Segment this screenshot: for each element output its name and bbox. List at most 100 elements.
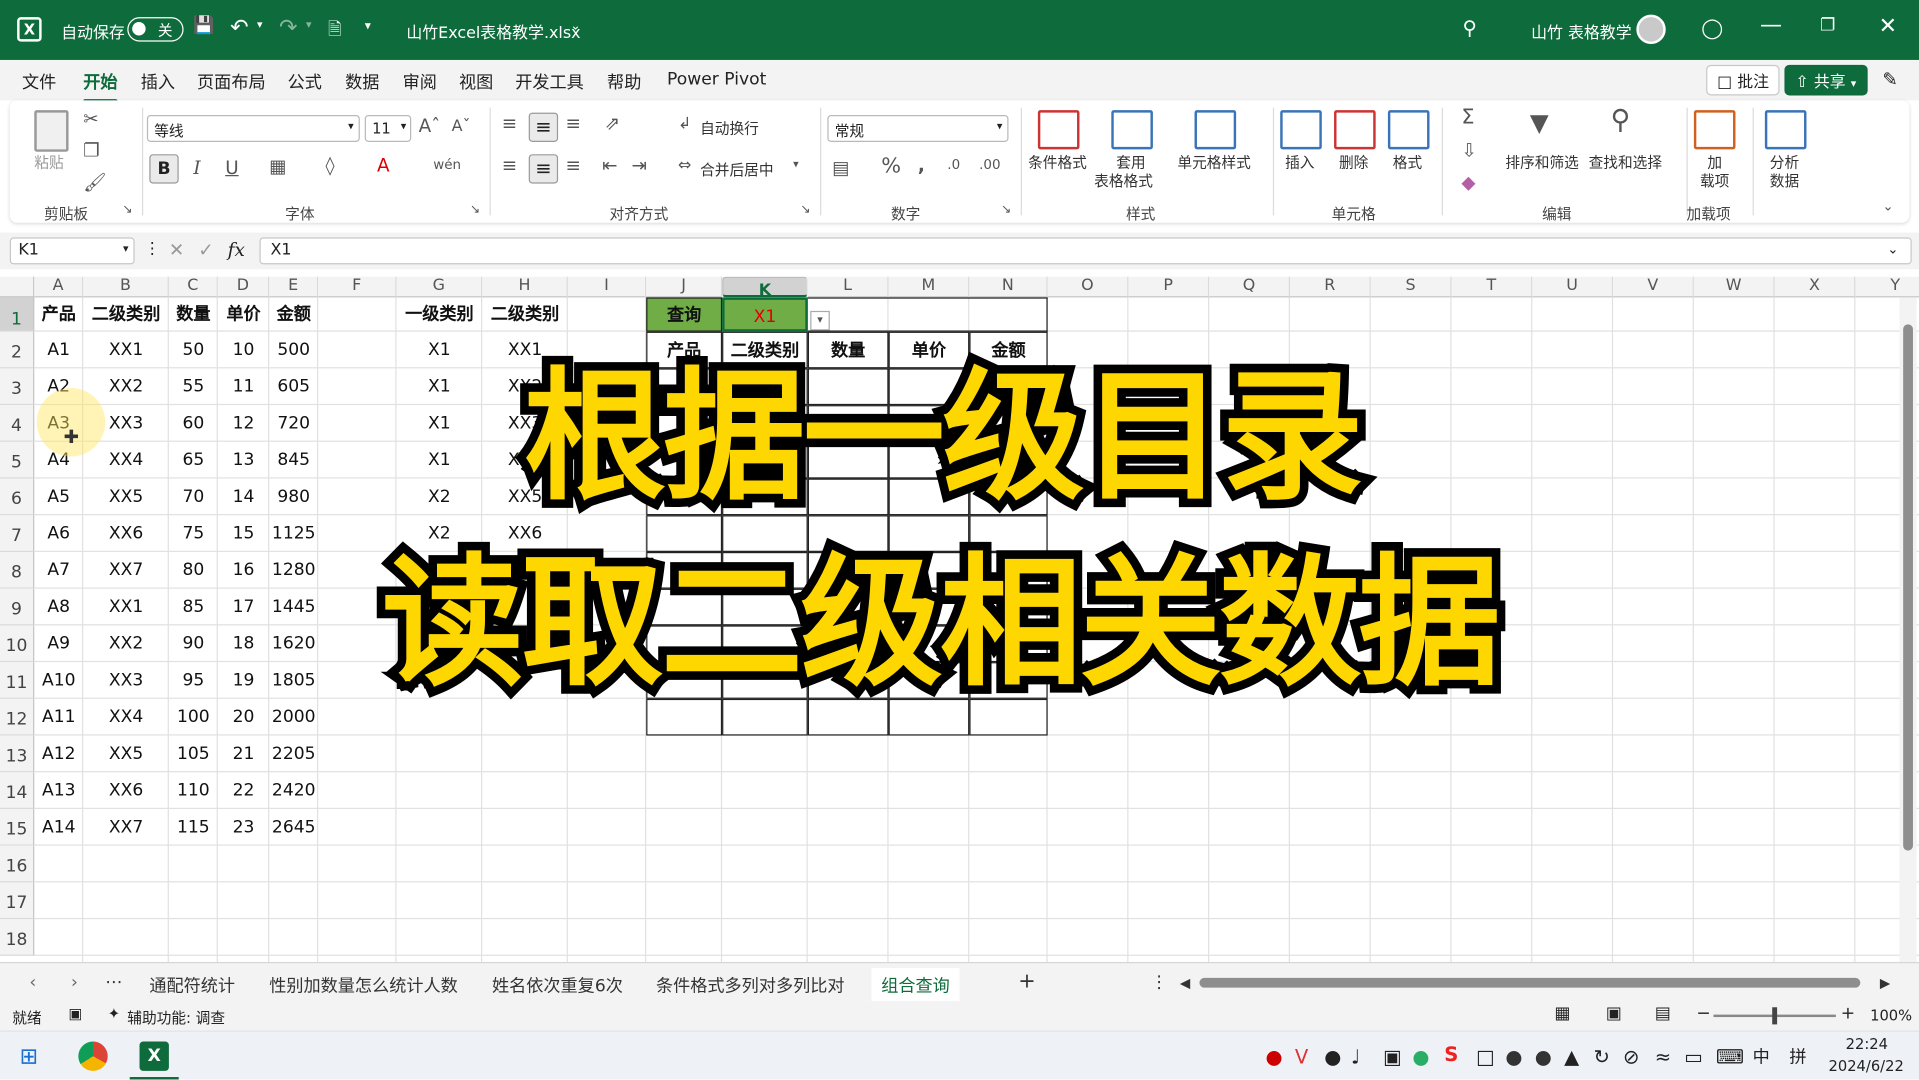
redo-dropdown-icon[interactable]: ▾ xyxy=(306,20,312,32)
autosum-icon[interactable]: Σ xyxy=(1461,105,1474,129)
user-name[interactable]: 山竹 表格教学 xyxy=(1531,20,1632,42)
customize-toolbar-icon[interactable]: ▾ xyxy=(365,20,371,33)
cut-icon[interactable]: ✂ xyxy=(83,108,98,130)
zoom-slider[interactable] xyxy=(1713,1007,1836,1025)
merge-dropdown-icon[interactable]: ▾ xyxy=(793,159,799,171)
sheet-tab-wildcard[interactable]: 通配符统计 xyxy=(149,973,235,997)
table-cell[interactable]: 19 xyxy=(218,662,269,699)
row-header[interactable]: 2 xyxy=(0,331,35,369)
menu-view[interactable]: 视图 xyxy=(459,70,493,94)
vertical-scrollbar[interactable] xyxy=(1899,297,1917,962)
battery-icon[interactable]: ▭ xyxy=(1684,1045,1703,1068)
zoom-out-icon[interactable]: − xyxy=(1696,1004,1710,1024)
table-cell[interactable]: 2000 xyxy=(269,699,318,736)
table-cell[interactable]: A10 xyxy=(34,662,83,699)
table-cell[interactable]: 500 xyxy=(269,332,318,369)
table-header-cell[interactable]: 金额 xyxy=(269,297,318,331)
hscroll-right-icon[interactable]: ▶ xyxy=(1880,975,1890,991)
map-header-cell[interactable]: 二级类别 xyxy=(482,297,568,331)
share-button[interactable]: ⇧ 共享 ▾ xyxy=(1784,64,1868,96)
zoom-slider-thumb[interactable] xyxy=(1772,1007,1778,1025)
start-icon[interactable]: ⊞ xyxy=(20,1044,38,1070)
column-header[interactable]: U xyxy=(1532,276,1614,298)
save-icon[interactable]: 💾 xyxy=(193,16,214,36)
menu-power-pivot[interactable]: Power Pivot xyxy=(667,70,766,90)
cell-styles-label[interactable]: 单元格样式 xyxy=(1177,152,1250,173)
analyze-data-label-2[interactable]: 数据 xyxy=(1770,170,1799,191)
table-cell[interactable]: 720 xyxy=(269,405,318,442)
row-header[interactable]: 6 xyxy=(0,478,35,516)
menu-help[interactable]: 帮助 xyxy=(607,70,641,94)
row-header[interactable]: 5 xyxy=(0,441,35,479)
page-break-view-icon[interactable]: ▤ xyxy=(1655,1004,1671,1024)
search-icon[interactable]: ⚲ xyxy=(1463,16,1477,39)
query-value-cell[interactable]: X1 xyxy=(722,297,808,332)
number-launcher-icon[interactable]: ↘ xyxy=(1001,203,1011,216)
wrap-text-label[interactable]: 自动换行 xyxy=(700,117,759,138)
table-cell[interactable]: 23 xyxy=(218,809,269,846)
feedback-icon[interactable]: ✎ xyxy=(1882,69,1897,91)
font-name-select[interactable]: 等线 ▾ xyxy=(146,115,360,142)
align-top-icon[interactable]: ≡ xyxy=(502,113,517,135)
column-header[interactable]: M xyxy=(888,276,970,298)
table-cell[interactable]: 70 xyxy=(169,479,218,516)
table-cell[interactable]: 21 xyxy=(218,736,269,773)
column-header[interactable]: S xyxy=(1370,276,1452,298)
restore-icon[interactable]: ❐ xyxy=(1820,16,1835,36)
hscroll-left-icon[interactable]: ◀ xyxy=(1180,975,1190,991)
column-header[interactable]: V xyxy=(1613,276,1694,298)
horizontal-scroll-thumb[interactable] xyxy=(1199,977,1861,988)
insert-function-icon[interactable]: fx xyxy=(228,239,245,261)
table-cell[interactable]: 75 xyxy=(169,515,218,552)
menu-insert[interactable]: 插入 xyxy=(141,70,175,94)
format-cells-label[interactable]: 格式 xyxy=(1393,152,1422,173)
enter-icon[interactable]: ✓ xyxy=(198,239,213,261)
table-cell[interactable]: 605 xyxy=(269,368,318,405)
tray-icon-v[interactable]: V xyxy=(1295,1045,1308,1068)
find-select-icon[interactable]: ⚲ xyxy=(1611,105,1631,136)
tray-chat-icon[interactable]: □ xyxy=(1476,1045,1495,1068)
row-header[interactable]: 9 xyxy=(0,588,35,626)
table-cell[interactable]: 11 xyxy=(218,368,269,405)
table-cell[interactable]: 17 xyxy=(218,589,269,626)
table-cell[interactable]: 100 xyxy=(169,699,218,736)
microphone-icon[interactable]: ● xyxy=(1324,1045,1341,1068)
wifi-icon[interactable]: ≈ xyxy=(1655,1045,1671,1068)
table-cell[interactable]: A8 xyxy=(34,589,83,626)
tray-app-icon[interactable]: ▣ xyxy=(1383,1045,1402,1068)
table-cell[interactable]: A13 xyxy=(34,772,83,809)
tab-more-icon[interactable]: ⋯ xyxy=(105,973,122,993)
align-launcher-icon[interactable]: ↘ xyxy=(800,203,810,216)
insert-cells-icon[interactable] xyxy=(1280,110,1322,150)
add-sheet-icon[interactable]: + xyxy=(1018,969,1035,993)
find-select-label[interactable]: 查找和选择 xyxy=(1589,152,1662,173)
undo-icon[interactable]: ↶ xyxy=(230,15,248,41)
paste-icon[interactable] xyxy=(34,110,69,152)
sheet-tab-gender-count[interactable]: 性别加数量怎么统计人数 xyxy=(269,973,457,997)
table-cell[interactable]: 80 xyxy=(169,552,218,589)
fill-color-icon[interactable]: ◊ xyxy=(326,154,335,176)
accessibility-status[interactable]: 辅助功能: 调查 xyxy=(127,1007,225,1028)
clear-icon[interactable]: ◆ xyxy=(1461,171,1475,193)
decrease-indent-icon[interactable]: ⇤ xyxy=(602,154,617,176)
sheet-tab-combined-query[interactable]: 组合查询 xyxy=(871,968,960,1005)
macro-record-icon[interactable]: ▣ xyxy=(69,1005,83,1022)
table-cell[interactable]: 65 xyxy=(169,442,218,479)
expand-formula-icon[interactable]: ⌄ xyxy=(1887,241,1898,257)
table-cell[interactable]: 1805 xyxy=(269,662,318,699)
table-cell[interactable]: 1125 xyxy=(269,515,318,552)
table-cell[interactable]: A11 xyxy=(34,699,83,736)
merge-center-icon[interactable]: ⇔ xyxy=(678,157,691,175)
comma-icon[interactable]: , xyxy=(918,154,925,176)
map-cell[interactable]: X1 xyxy=(397,368,483,405)
table-cell[interactable]: 95 xyxy=(169,662,218,699)
row-header[interactable]: 14 xyxy=(0,772,35,809)
grow-font-icon[interactable]: Aˆ xyxy=(419,115,441,137)
column-header[interactable]: C xyxy=(168,276,218,298)
column-header[interactable]: Y xyxy=(1855,276,1919,298)
row-header[interactable]: 18 xyxy=(0,919,35,956)
align-left-icon[interactable]: ≡ xyxy=(502,154,517,176)
conditional-format-icon[interactable] xyxy=(1037,110,1080,150)
print-preview-icon[interactable]: 🗎 xyxy=(328,16,342,45)
table-cell[interactable]: 13 xyxy=(218,442,269,479)
